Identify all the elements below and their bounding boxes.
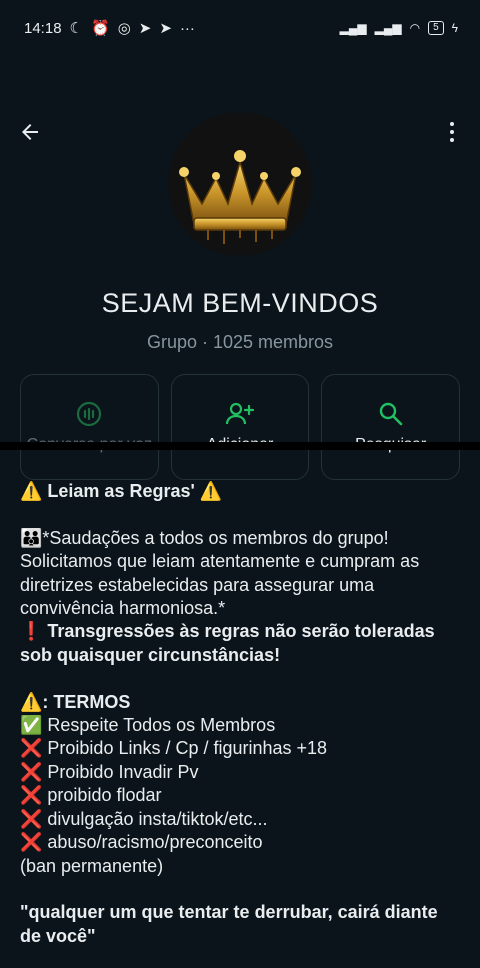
search-icon	[379, 402, 402, 426]
term-item: ❌ Proibido Links / Cp / figurinhas +18	[20, 738, 328, 759]
section-divider	[0, 442, 480, 450]
group-avatar[interactable]	[168, 112, 312, 256]
moon-icon: ☾	[69, 20, 83, 37]
whatsapp-icon: ◎	[117, 20, 131, 37]
more-notifications-icon: ···	[179, 19, 195, 37]
term-item: ✅ Respeite Todos os Membros	[20, 715, 276, 736]
term-item: ❌ Proibido Invadir Pv	[20, 761, 199, 782]
group-info: Grupo · 1025 membros	[0, 332, 480, 353]
action-buttons: Conversa por voz Adicionar Pesquisar	[20, 374, 461, 480]
telegram-icon: ➤	[138, 20, 152, 37]
crown-icon	[179, 150, 301, 244]
term-item: ❌ proibido flodar	[20, 785, 162, 806]
charging-icon: ϟ	[451, 21, 458, 35]
search-button[interactable]: Pesquisar	[321, 374, 461, 480]
terms-heading: ⚠️: TERMOS	[20, 691, 131, 712]
rules-heading: ⚠️ Leiam as Regras' ⚠️	[20, 481, 223, 501]
group-header: SEJAM BEM-VINDOS Grupo · 1025 membros Co…	[0, 56, 480, 480]
group-description: ⚠️ Leiam as Regras' ⚠️ 👪*Saudações a tod…	[20, 480, 460, 948]
ban-note: (ban permanente)	[20, 855, 164, 876]
more-options-icon[interactable]	[442, 120, 462, 144]
back-arrow-icon[interactable]	[18, 120, 42, 144]
group-name: SEJAM BEM-VINDOS	[101, 288, 379, 318]
battery-icon: 5	[428, 21, 444, 35]
term-item: ❌ abuso/racismo/preconceito	[20, 832, 263, 853]
description-paragraph: 👪*Saudações a todos os membros do grupo!…	[20, 527, 425, 619]
wifi-icon: ◠	[409, 21, 421, 35]
signal-icon-2: ▂▄▆	[374, 21, 402, 35]
group-type: Grupo	[146, 332, 197, 352]
status-bar: 14:18 ☾ ⏰ ◎ ➤ ➤ ··· ▂▄▆ ▂▄▆ ◠ 5 ϟ	[0, 0, 480, 56]
member-count[interactable]: 1025 membros	[213, 332, 333, 352]
add-member-button[interactable]: Adicionar	[170, 374, 310, 480]
alarm-icon: ⏰	[91, 20, 110, 37]
add-person-icon	[225, 402, 255, 425]
warning-text: ❗ Transgressões às regras não serão tole…	[20, 621, 440, 665]
clock: 14:18	[24, 19, 62, 37]
telegram-icon-2: ➤	[159, 20, 172, 37]
quote-text: "qualquer um que tentar te derrubar, cai…	[20, 902, 443, 946]
signal-icon: ▂▄▆	[339, 21, 367, 35]
term-item: ❌ divulgação insta/tiktok/etc...	[20, 808, 268, 829]
voice-chat-icon	[77, 401, 102, 427]
info-separator: ·	[196, 332, 213, 352]
voice-chat-button[interactable]: Conversa por voz	[20, 374, 159, 480]
